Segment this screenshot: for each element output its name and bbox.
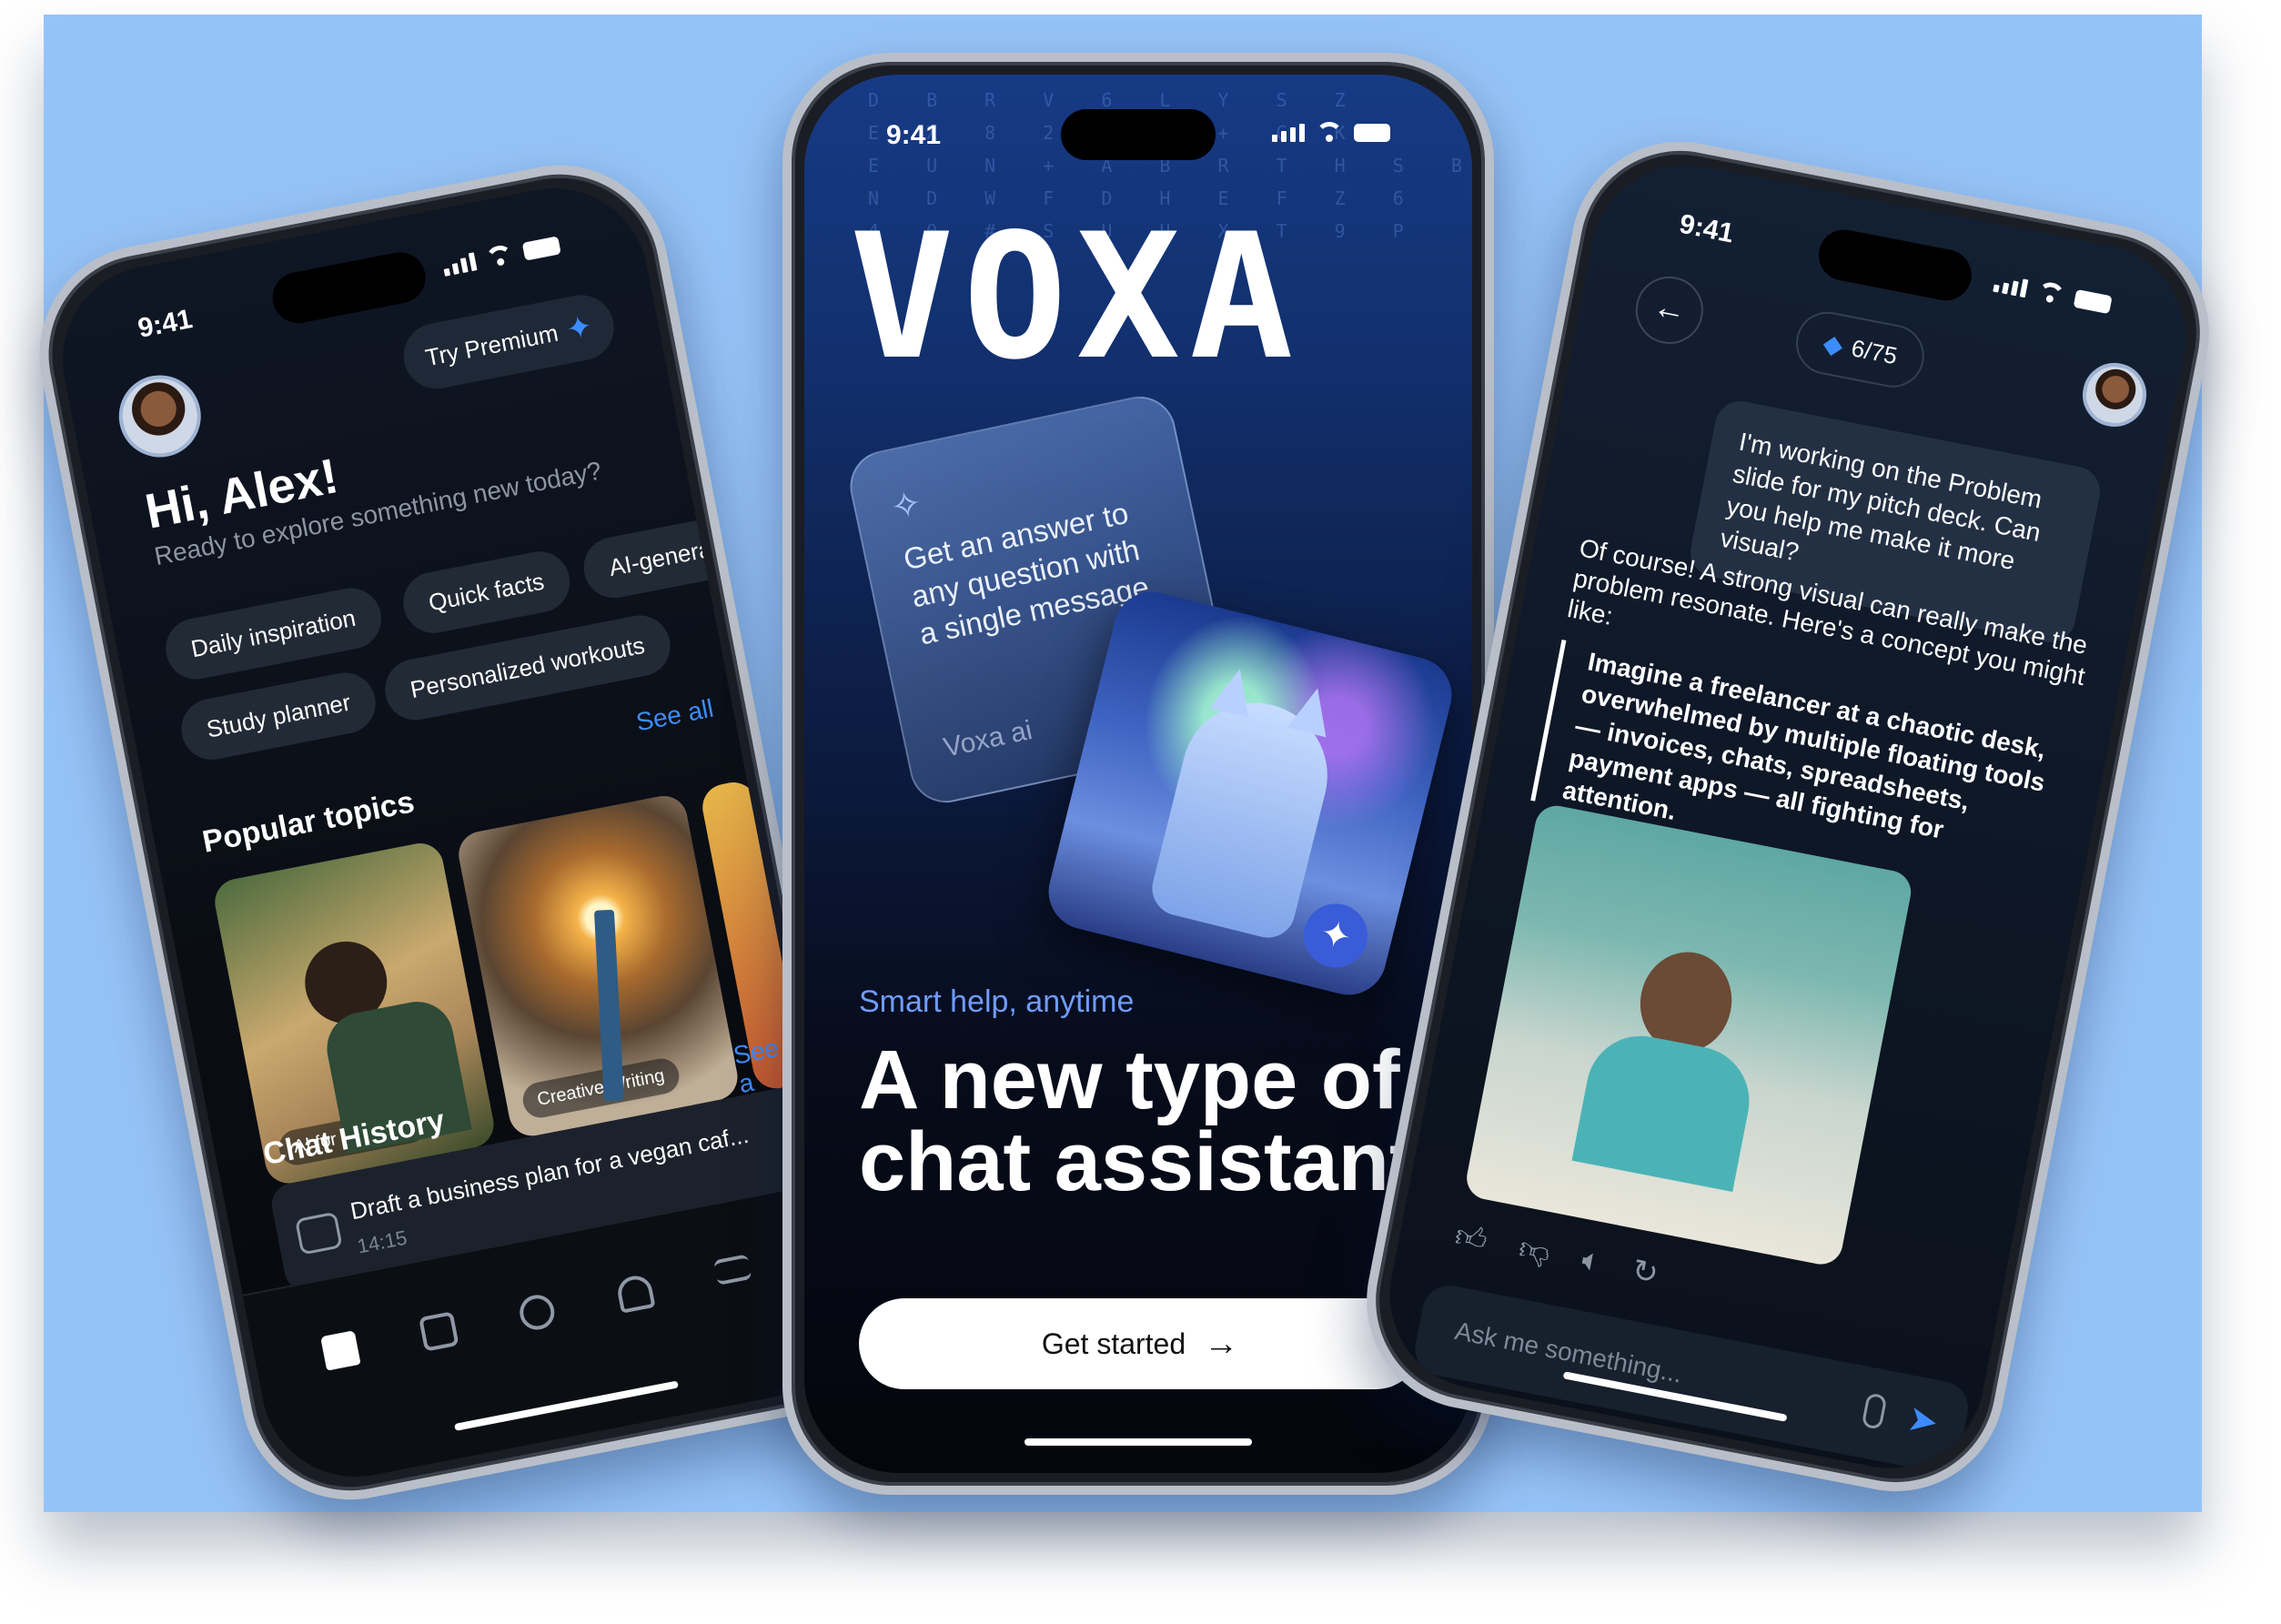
history-item-time: 14:15 [355,1226,409,1258]
folder-icon[interactable] [419,1311,459,1352]
status-time: 9:41 [135,304,196,344]
sparkle-icon: ✦ [563,308,596,348]
chat-icon[interactable] [517,1292,558,1333]
signal-icon [1993,274,2029,298]
status-time: 9:41 [1677,208,1737,249]
cat-illustration [1146,687,1343,943]
status-bar: 9:41 [804,115,1472,151]
gem-icon: ◆ [1821,328,1846,360]
topic-card-creative-writing[interactable]: Creative Writing [454,792,742,1140]
sparkle-icon: ✧ [887,482,926,529]
wifi-icon [2035,280,2066,305]
home-icon[interactable] [320,1330,361,1371]
tagline: Smart help, anytime [859,984,1135,1019]
users-icon[interactable] [615,1273,656,1314]
battery-icon [2073,288,2113,315]
try-premium-button[interactable]: Try Premium ✦ [398,289,621,395]
thumbs-up-icon[interactable]: 👍︎ [1451,1217,1490,1260]
battery-icon [1354,124,1390,142]
wifi-icon [484,243,515,267]
chip-ai-generated[interactable]: AI-genera [578,513,742,604]
wifi-icon [1316,122,1343,142]
sparkle-badge-icon: ✦ [1297,896,1375,974]
menu-icon[interactable] [712,1254,752,1286]
chip-quick-facts[interactable]: Quick facts [398,546,575,639]
see-all-topics-link[interactable]: See all [634,694,716,738]
message-actions: 👍︎ 👎︎ 🔈︎ ↻ [1451,1217,1661,1294]
refresh-icon[interactable]: ↻ [1629,1252,1661,1294]
signal-icon [1272,124,1305,142]
back-button[interactable]: ← [1630,270,1710,350]
send-icon[interactable]: ➤ [1903,1397,1942,1445]
generated-image[interactable] [1463,802,1915,1268]
home-indicator [1024,1438,1252,1446]
microphone-icon[interactable] [1861,1392,1888,1430]
chip-daily-inspiration[interactable]: Daily inspiration [160,582,387,685]
avatar[interactable] [2077,357,2153,433]
chat-bubble-icon [294,1211,343,1256]
app-logo: VOXA [850,197,1303,398]
avatar[interactable] [111,368,208,465]
thumbs-down-icon[interactable]: 👎︎ [1516,1230,1554,1273]
feature-card-brand: Voxa ai [941,715,1035,763]
status-time: 9:41 [886,120,942,150]
signal-icon [441,252,478,277]
battery-icon [521,236,561,261]
headline: A new type of chat assistant [859,1034,1418,1208]
arrow-right-icon: → [1204,1324,1239,1363]
chip-study-planner[interactable]: Study planner [176,667,381,765]
get-started-button[interactable]: Get started → [859,1298,1421,1389]
speaker-icon[interactable]: 🔈︎ [1579,1242,1603,1282]
usage-counter: ◆ 6/75 [1791,306,1930,393]
